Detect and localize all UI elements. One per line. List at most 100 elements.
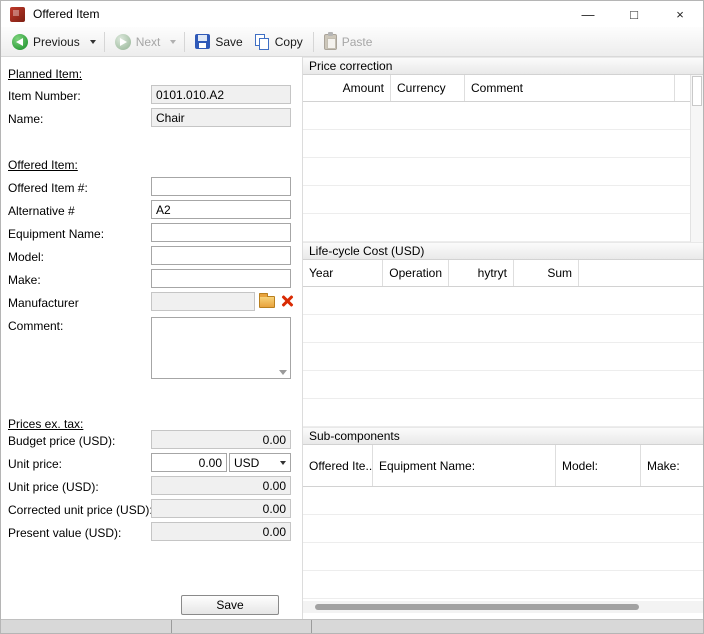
next-label: Next	[136, 35, 161, 49]
prices-ex-tax-heading: Prices ex. tax:	[8, 417, 83, 431]
maximize-button[interactable]: □	[611, 1, 657, 27]
save-button[interactable]: Save	[181, 595, 279, 615]
table-row[interactable]	[303, 130, 703, 158]
offered-item-window: Offered Item — □ × Previous Next Save Co…	[0, 0, 704, 634]
table-row[interactable]	[303, 102, 703, 130]
table-row[interactable]	[303, 487, 703, 515]
currency-value: USD	[234, 456, 259, 470]
strip-separator	[311, 620, 312, 633]
column-header-model[interactable]: Model:	[556, 445, 641, 486]
life-cycle-rows	[303, 287, 703, 427]
unit-price-usd-field[interactable]	[151, 476, 291, 495]
price-correction-vscrollbar[interactable]	[690, 75, 703, 242]
table-row[interactable]	[303, 515, 703, 543]
scrollbar-thumb[interactable]	[315, 604, 639, 610]
unit-price-field[interactable]	[151, 453, 227, 472]
previous-button[interactable]: Previous	[6, 30, 86, 54]
offered-item-heading: Offered Item:	[8, 158, 78, 172]
save-toolbar-button[interactable]: Save	[189, 30, 248, 53]
comment-label: Comment:	[8, 319, 63, 333]
planned-item-heading: Planned Item:	[8, 67, 82, 81]
scrollbar-thumb[interactable]	[692, 76, 702, 106]
table-row[interactable]	[303, 158, 703, 186]
bottom-strip	[1, 619, 703, 633]
name-field[interactable]	[151, 108, 291, 127]
column-header-operation[interactable]: Operation	[383, 260, 449, 286]
sub-components-header: Sub-components	[303, 427, 703, 445]
alternative-field[interactable]	[151, 200, 291, 219]
comment-input[interactable]	[152, 318, 290, 378]
copy-icon	[255, 34, 270, 50]
save-icon	[195, 34, 210, 49]
equipment-name-field[interactable]	[151, 223, 291, 242]
column-header-offered-item[interactable]: Offered Ite...	[303, 445, 373, 486]
save-label: Save	[215, 35, 242, 49]
offered-item-number-field[interactable]	[151, 177, 291, 196]
manufacturer-browse-button[interactable]	[257, 292, 277, 311]
unit-price-usd-label: Unit price (USD):	[8, 480, 99, 494]
manufacturer-clear-button[interactable]	[278, 292, 296, 311]
table-row[interactable]	[303, 399, 703, 427]
budget-price-field[interactable]	[151, 430, 291, 449]
equipment-name-label: Equipment Name:	[8, 227, 104, 241]
column-header-sum[interactable]: Sum	[514, 260, 579, 286]
column-header-hytryt[interactable]: hytryt	[449, 260, 514, 286]
caret-down-icon	[280, 461, 286, 465]
next-button[interactable]: Next	[109, 30, 167, 54]
maximize-icon: □	[630, 7, 638, 22]
column-header-filler	[579, 260, 703, 286]
previous-icon	[12, 34, 28, 50]
close-icon: ×	[676, 7, 684, 22]
column-header-comment[interactable]: Comment	[465, 75, 675, 101]
section-title: Sub-components	[309, 429, 400, 443]
paste-button[interactable]: Paste	[318, 30, 379, 54]
alternative-label: Alternative #	[8, 204, 75, 218]
table-row[interactable]	[303, 371, 703, 399]
next-dropdown-button[interactable]	[166, 36, 180, 48]
unit-price-label: Unit price:	[8, 457, 62, 471]
window-title: Offered Item	[33, 7, 99, 21]
table-row[interactable]	[303, 214, 703, 242]
caret-down-icon	[170, 40, 176, 44]
copy-button[interactable]: Copy	[249, 30, 309, 54]
section-title: Life-cycle Cost (USD)	[309, 244, 424, 258]
corrected-unit-price-field[interactable]	[151, 499, 291, 518]
item-number-field[interactable]	[151, 85, 291, 104]
model-field[interactable]	[151, 246, 291, 265]
minimize-button[interactable]: —	[565, 1, 611, 27]
table-row[interactable]	[303, 343, 703, 371]
table-row[interactable]	[303, 287, 703, 315]
close-button[interactable]: ×	[657, 1, 703, 27]
manufacturer-label: Manufacturer	[8, 296, 79, 310]
column-header-amount[interactable]: Amount	[303, 75, 391, 101]
table-row[interactable]	[303, 543, 703, 571]
column-header-currency[interactable]: Currency	[391, 75, 465, 101]
column-header-equipment-name[interactable]: Equipment Name:	[373, 445, 556, 486]
toolbar-separator	[104, 32, 105, 52]
column-header-make[interactable]: Make:	[641, 445, 703, 486]
column-header-year[interactable]: Year	[303, 260, 383, 286]
model-label: Model:	[8, 250, 44, 264]
present-value-label: Present value (USD):	[8, 526, 121, 540]
price-correction-column-headers: Amount Currency Comment	[303, 75, 703, 102]
paste-icon	[324, 34, 337, 50]
table-row[interactable]	[303, 186, 703, 214]
manufacturer-field[interactable]	[151, 292, 255, 311]
name-label: Name:	[8, 112, 43, 126]
folder-icon	[259, 296, 275, 308]
previous-dropdown-button[interactable]	[86, 36, 100, 48]
table-row[interactable]	[303, 315, 703, 343]
make-field[interactable]	[151, 269, 291, 288]
sub-components-hscrollbar[interactable]	[303, 601, 703, 613]
comment-scroll-down-icon[interactable]	[279, 370, 287, 375]
titlebar[interactable]: Offered Item — □ ×	[1, 1, 703, 27]
toolbar: Previous Next Save Copy Paste	[1, 27, 703, 57]
copy-label: Copy	[275, 35, 303, 49]
detail-tables: Price correction Amount Currency Comment…	[302, 57, 703, 619]
life-cycle-column-headers: Year Operation hytryt Sum	[303, 260, 703, 287]
table-row[interactable]	[303, 571, 703, 599]
currency-select[interactable]: USD	[229, 453, 291, 472]
price-correction-header: Price correction	[303, 57, 703, 75]
present-value-field[interactable]	[151, 522, 291, 541]
red-x-icon	[281, 294, 294, 308]
